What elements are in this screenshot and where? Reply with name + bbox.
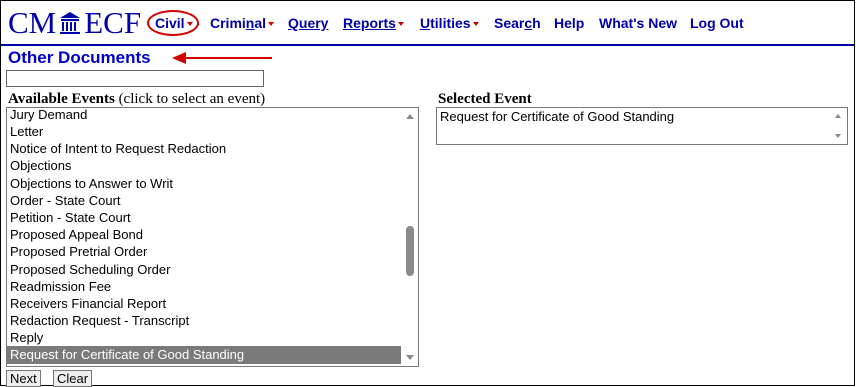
red-arrow-annotation [172, 52, 272, 64]
clear-button[interactable]: Clear [53, 370, 93, 387]
selected-event-scrollbar[interactable] [830, 108, 847, 144]
list-item[interactable]: Proposed Scheduling Order [7, 261, 418, 278]
selected-event-item[interactable]: Request for Certificate of Good Standing [437, 108, 847, 125]
chevron-down-icon [397, 22, 404, 27]
list-item[interactable]: Redaction Request - Transcript [7, 312, 418, 329]
list-item[interactable]: Letter [7, 123, 418, 140]
next-button[interactable]: Next [6, 370, 41, 387]
available-events-scrollbar[interactable] [401, 108, 418, 366]
available-events-list[interactable]: Jury Demand Letter Notice of Intent to Req… [6, 107, 419, 367]
menu-query-label: Query [288, 15, 329, 31]
available-events-heading: Available Events (click to select an eve… [8, 91, 265, 108]
chevron-down-icon [472, 22, 479, 27]
menu-reports[interactable]: Reports [343, 15, 404, 35]
event-filter-input[interactable] [6, 70, 264, 87]
list-item[interactable]: Request for Certificate of Good Standing [7, 346, 418, 364]
available-events-items: Jury Demand Letter Notice of Intent to Req… [7, 108, 418, 364]
scroll-thumb[interactable] [406, 226, 414, 276]
list-item[interactable]: Petition - State Court [7, 209, 418, 226]
scroll-up-icon[interactable] [835, 114, 841, 118]
menu-whats-new[interactable]: What's New [599, 15, 677, 35]
menu-search[interactable]: Search [494, 15, 541, 35]
menu-search-label-a: Sear [494, 15, 525, 31]
scroll-down-icon[interactable] [835, 134, 841, 138]
menu-query[interactable]: Query [288, 15, 328, 35]
menu-log-out[interactable]: Log Out [690, 15, 744, 35]
list-item[interactable]: Objections [7, 157, 418, 174]
selected-event-heading: Selected Event [438, 91, 532, 107]
menu-search-label-c: h [532, 15, 541, 31]
menu-utilities-label-a: U [420, 15, 431, 31]
chevron-down-icon [268, 22, 275, 27]
menu-bar: CM ECF Civil Criminal Query Reports Util… [1, 1, 854, 46]
list-item[interactable]: Order - State Court [7, 192, 418, 209]
menu-help-label: Help [554, 15, 585, 31]
logo-text-left: CM [8, 5, 57, 40]
scroll-up-icon[interactable] [406, 114, 414, 119]
page-title: Other Documents [8, 48, 151, 67]
courthouse-icon [60, 12, 81, 34]
list-item[interactable]: Jury Demand [7, 108, 418, 123]
list-item[interactable]: Proposed Appeal Bond [7, 226, 418, 243]
menu-criminal-label-c: al [254, 15, 267, 31]
menu-criminal[interactable]: Criminal [210, 15, 275, 35]
menu-reports-label: Reports [343, 15, 396, 31]
menu-utilities[interactable]: Utilities [420, 15, 479, 35]
list-item[interactable]: Readmission Fee [7, 278, 418, 295]
menu-log-out-label: Log Out [690, 15, 744, 31]
menu-utilities-label-b: tilities [430, 15, 471, 31]
menu-criminal-label-a: Crimi [210, 15, 246, 31]
available-events-note: (click to select an event) [118, 91, 266, 107]
civil-highlight-circle [147, 10, 199, 36]
available-events-label: Available Events [8, 91, 115, 107]
cmecf-logo[interactable]: CM ECF [8, 5, 142, 40]
list-item[interactable]: Reply [7, 329, 418, 346]
logo-text-right: ECF [84, 5, 142, 40]
menu-whats-new-label: What's New [599, 15, 678, 31]
selected-event-list[interactable]: Request for Certificate of Good Standing [436, 107, 848, 145]
menu-help[interactable]: Help [554, 15, 584, 35]
list-item[interactable]: Receivers Financial Report [7, 295, 418, 312]
scroll-down-icon[interactable] [406, 355, 414, 360]
list-item[interactable]: Notice of Intent to Request Redaction [7, 140, 418, 157]
list-item[interactable]: Objections to Answer to Writ [7, 175, 418, 192]
list-item[interactable]: Proposed Pretrial Order [7, 243, 418, 260]
menu-search-label-b: c [524, 15, 533, 31]
